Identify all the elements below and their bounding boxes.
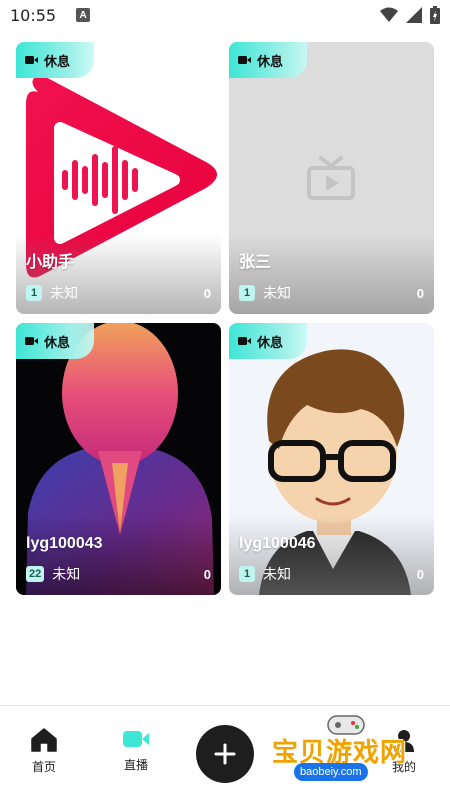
watermark: 宝贝游戏网 baobeiy.com [272, 712, 432, 788]
status-badge: 休息 [16, 323, 94, 359]
level-badge: 1 [26, 285, 42, 301]
card-meta: 22 未知 0 [26, 564, 211, 584]
status-badge-label: 休息 [44, 53, 71, 69]
video-camera-icon [238, 56, 251, 64]
anchor-name: lyg100043 [26, 535, 103, 552]
anchor-card[interactable]: 休息 张三 1 未知 0 [229, 42, 434, 314]
watermark-url: baobeiy.com [294, 763, 368, 781]
level-badge: 1 [239, 566, 255, 582]
anchor-name: lyg100046 [239, 535, 316, 552]
notification-icon: A [76, 8, 91, 22]
nav-live-label: 直播 [123, 758, 148, 772]
anchor-grid: 休息 小助手 1 未知 0 休息 张三 1 未知 0 休息 lyg100043 … [16, 42, 434, 595]
card-meta: 1 未知 0 [239, 564, 424, 584]
level-badge: 1 [239, 285, 255, 301]
status-badge: 休息 [16, 42, 94, 78]
location-text: 未知 [52, 566, 81, 582]
status-badge: 休息 [229, 42, 307, 78]
anchor-card[interactable]: 休息 小助手 1 未知 0 [16, 42, 221, 314]
live-camera-icon [123, 731, 149, 747]
viewer-count: 0 [416, 285, 424, 301]
status-badge-label: 休息 [44, 334, 71, 350]
wifi-icon [380, 7, 398, 22]
location-text: 未知 [263, 285, 291, 301]
plus-icon [214, 743, 236, 765]
status-time: 10:55 [10, 5, 57, 25]
location-text: 未知 [263, 566, 291, 582]
nav-live[interactable]: 直播 [106, 728, 166, 773]
status-badge: 休息 [229, 323, 307, 359]
level-badge: 22 [26, 566, 45, 582]
anchor-name: 张三 [239, 254, 272, 271]
anchor-card[interactable]: 休息 lyg100043 22 未知 0 [16, 323, 221, 595]
card-meta: 1 未知 0 [239, 283, 424, 303]
status-icons [380, 6, 440, 24]
viewer-count: 0 [416, 566, 424, 582]
video-camera-icon [238, 337, 251, 345]
anchor-card[interactable]: 休息 lyg100046 1 未知 0 [229, 323, 434, 595]
status-badge-label: 休息 [257, 53, 284, 69]
viewer-count: 0 [203, 566, 211, 582]
battery-icon [430, 6, 440, 24]
status-bar: 10:55 A [0, 0, 450, 30]
video-camera-icon [25, 337, 38, 345]
nav-home[interactable]: 首页 [14, 728, 74, 775]
video-camera-icon [25, 56, 38, 64]
card-meta: 1 未知 0 [26, 283, 211, 303]
add-button[interactable] [196, 725, 254, 783]
viewer-count: 0 [203, 285, 211, 301]
location-text: 未知 [50, 285, 78, 301]
home-icon [31, 728, 57, 752]
nav-home-label: 首页 [31, 760, 56, 774]
anchor-name: 小助手 [26, 254, 75, 271]
status-badge-label: 休息 [257, 334, 284, 350]
signal-icon [406, 7, 422, 23]
